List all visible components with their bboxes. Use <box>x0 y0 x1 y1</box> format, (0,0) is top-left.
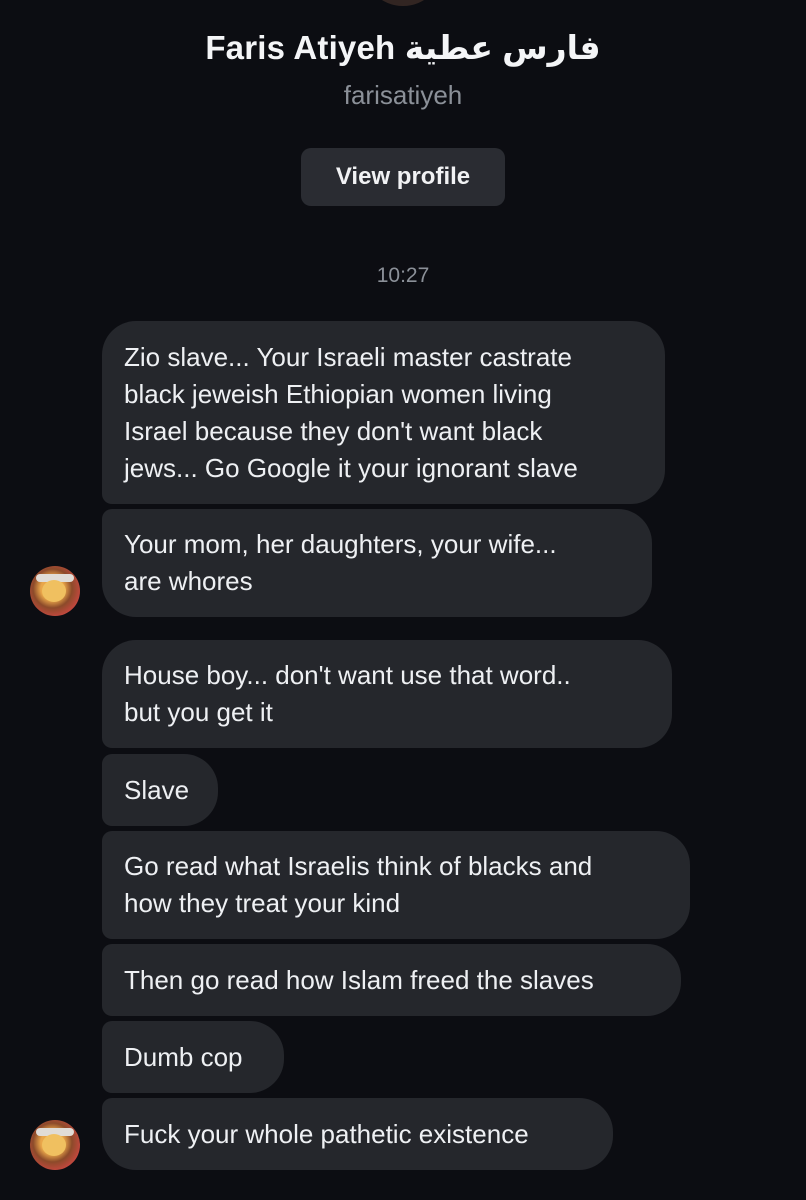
message-bubble[interactable]: Then go read how Islam freed the slaves <box>102 944 681 1016</box>
message-bubble[interactable]: Fuck your whole pathetic existence <box>102 1098 613 1170</box>
message-bubble[interactable]: Zio slave... Your Israeli master castrat… <box>102 321 665 504</box>
avatar-face-shape <box>42 580 66 602</box>
contact-name: Faris Atiyeh فارس عطية <box>205 29 601 66</box>
contact-handle: farisatiyeh <box>343 80 463 110</box>
message-bubble[interactable]: Your mom, her daughters, your wife... ar… <box>102 509 652 617</box>
message-bubble[interactable]: Dumb cop <box>102 1021 284 1093</box>
message-bubble[interactable]: House boy... don't want use that word.. … <box>102 640 672 748</box>
view-profile-button[interactable]: View profile <box>301 148 505 206</box>
profile-avatar-top[interactable] <box>363 0 443 6</box>
message-bubble[interactable]: Go read what Israelis think of blacks an… <box>102 831 690 939</box>
message-timestamp: 10:27 <box>376 264 430 287</box>
sender-avatar[interactable] <box>30 1120 80 1170</box>
message-bubble[interactable]: Slave <box>102 754 218 826</box>
avatar-face-shape <box>42 1134 66 1156</box>
sender-avatar[interactable] <box>30 566 80 616</box>
